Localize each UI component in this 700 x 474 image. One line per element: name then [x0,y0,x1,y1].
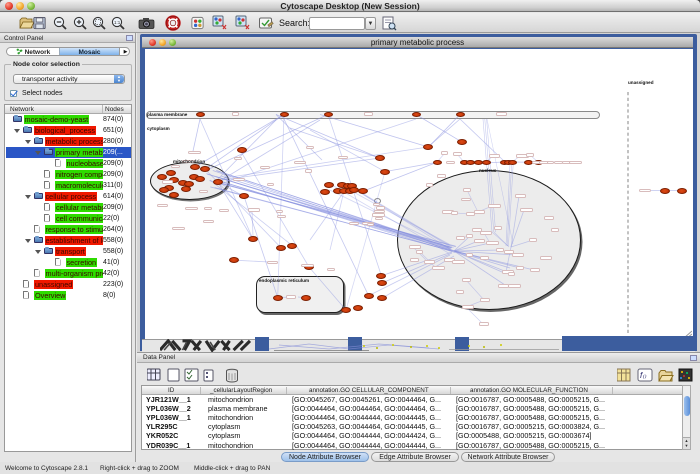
svg-text:1:1: 1:1 [114,20,121,25]
svg-text:f₍₎: f₍₎ [640,371,647,380]
